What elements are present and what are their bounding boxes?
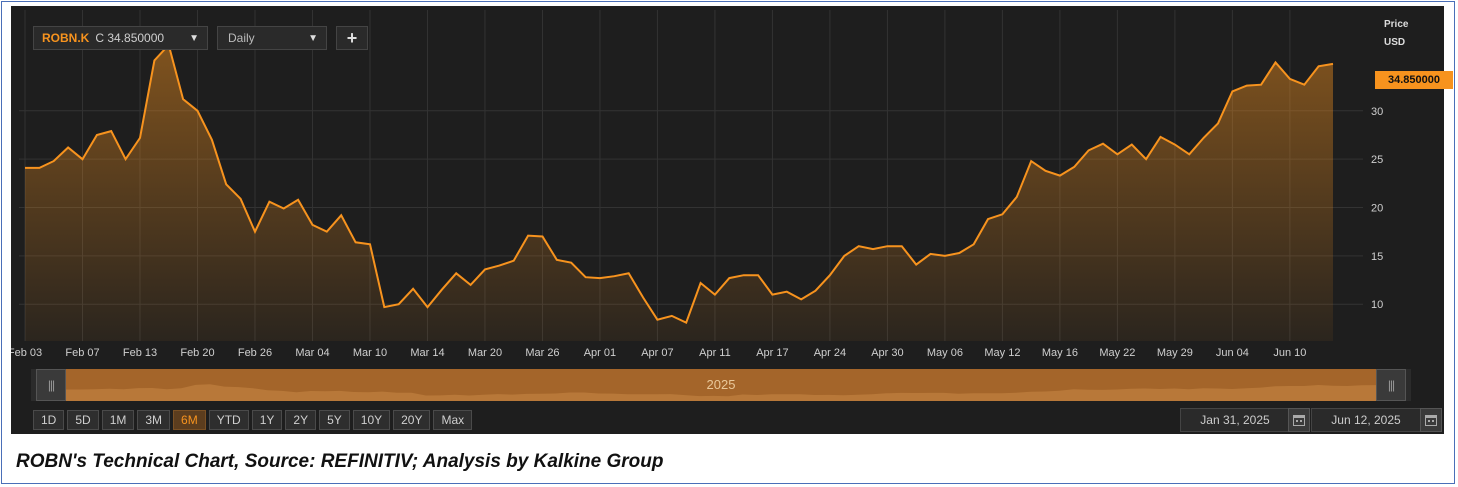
x-tick-label: Feb 26 xyxy=(238,347,272,359)
y-tick-label: 25 xyxy=(1371,154,1383,166)
x-tick-label: Mar 20 xyxy=(468,347,502,359)
symbol-selector[interactable]: ROBN.K C 34.850000 ▼ xyxy=(33,26,208,50)
period-buttons: 1D 5D 1M 3M 6M YTD 1Y 2Y 5Y 10Y 20Y Max xyxy=(33,410,473,430)
period-button-2y[interactable]: 2Y xyxy=(285,410,317,430)
figure-caption: ROBN's Technical Chart, Source: REFINITI… xyxy=(16,451,664,472)
x-tick-label: May 12 xyxy=(984,347,1020,359)
add-indicator-button[interactable]: + xyxy=(336,26,368,50)
calendar-icon[interactable] xyxy=(1420,408,1442,432)
price-area-fill xyxy=(25,45,1333,341)
x-tick-label: Mar 04 xyxy=(295,347,329,359)
y-tick-label: 20 xyxy=(1371,203,1383,215)
period-button-1y[interactable]: 1Y xyxy=(251,410,283,430)
x-tick-label: Apr 30 xyxy=(871,347,903,359)
y-tick-label: 10 xyxy=(1371,299,1383,311)
x-tick-label: Feb 13 xyxy=(123,347,157,359)
period-button-5y[interactable]: 5Y xyxy=(319,410,350,430)
range-handle-left[interactable]: ||| xyxy=(36,369,66,401)
period-button-3m[interactable]: 3M xyxy=(137,410,171,430)
period-button-10y[interactable]: 10Y xyxy=(352,410,391,430)
x-tick-label: Apr 07 xyxy=(641,347,673,359)
plus-icon: + xyxy=(346,27,358,48)
x-tick-label: May 22 xyxy=(1099,347,1135,359)
period-button-ytd[interactable]: YTD xyxy=(208,410,249,430)
period-button-max[interactable]: Max xyxy=(433,410,473,430)
x-tick-label: Apr 11 xyxy=(699,347,731,359)
period-button-20y[interactable]: 20Y xyxy=(393,410,431,430)
end-date-field[interactable]: Jun 12, 2025 xyxy=(1311,408,1421,432)
x-tick-label: Feb 03 xyxy=(11,347,42,359)
price-axis-title: Price xyxy=(1384,19,1409,30)
x-axis-ticks: Feb 03 Feb 07 Feb 13 Feb 20 Feb 26 Mar 04 Mar … xyxy=(11,347,1306,359)
x-tick-label: Jun 10 xyxy=(1273,347,1306,359)
symbol-label: ROBN.K xyxy=(42,31,90,45)
navigator-year-label: 2025 xyxy=(706,377,736,392)
range-selection[interactable]: 2025 xyxy=(66,369,1376,401)
start-date-field[interactable]: Jan 31, 2025 xyxy=(1180,408,1290,432)
x-tick-label: Apr 17 xyxy=(756,347,788,359)
x-tick-label: Feb 07 xyxy=(65,347,99,359)
last-price-tag: 34.850000 xyxy=(1375,71,1453,89)
x-tick-label: Feb 20 xyxy=(180,347,214,359)
x-tick-label: Mar 10 xyxy=(353,347,387,359)
close-price-label: C 34.850000 xyxy=(95,31,165,45)
period-button-6m[interactable]: 6M xyxy=(173,410,206,430)
interval-label: Daily xyxy=(228,31,255,45)
y-axis-ticks: 10 15 20 25 30 xyxy=(1371,106,1383,311)
chevron-down-icon: ▼ xyxy=(308,32,318,44)
interval-selector[interactable]: Daily ▼ xyxy=(217,26,327,50)
x-tick-label: May 16 xyxy=(1042,347,1078,359)
range-handle-right[interactable]: ||| xyxy=(1376,369,1406,401)
calendar-icon[interactable] xyxy=(1288,408,1310,432)
y-tick-label: 30 xyxy=(1371,106,1383,118)
period-button-1d[interactable]: 1D xyxy=(33,410,65,430)
range-navigator[interactable]: 2025 ||| ||| xyxy=(31,369,1411,401)
period-button-5d[interactable]: 5D xyxy=(67,410,99,430)
chart-panel: 10 15 20 25 30 Feb 03 Feb 07 Feb 13 Feb 20 Feb 2… xyxy=(11,6,1453,434)
price-axis-header: Price USD xyxy=(1384,16,1408,52)
price-axis-unit: USD xyxy=(1384,37,1406,48)
x-tick-label: May 29 xyxy=(1157,347,1193,359)
x-tick-label: Apr 01 xyxy=(584,347,616,359)
period-button-1m[interactable]: 1M xyxy=(101,410,135,430)
y-tick-label: 15 xyxy=(1371,251,1383,263)
x-tick-label: May 06 xyxy=(927,347,963,359)
x-tick-label: Mar 26 xyxy=(525,347,559,359)
x-tick-label: Jun 04 xyxy=(1216,347,1249,359)
x-tick-label: Mar 14 xyxy=(410,347,444,359)
x-tick-label: Apr 24 xyxy=(814,347,846,359)
chevron-down-icon: ▼ xyxy=(189,32,199,44)
